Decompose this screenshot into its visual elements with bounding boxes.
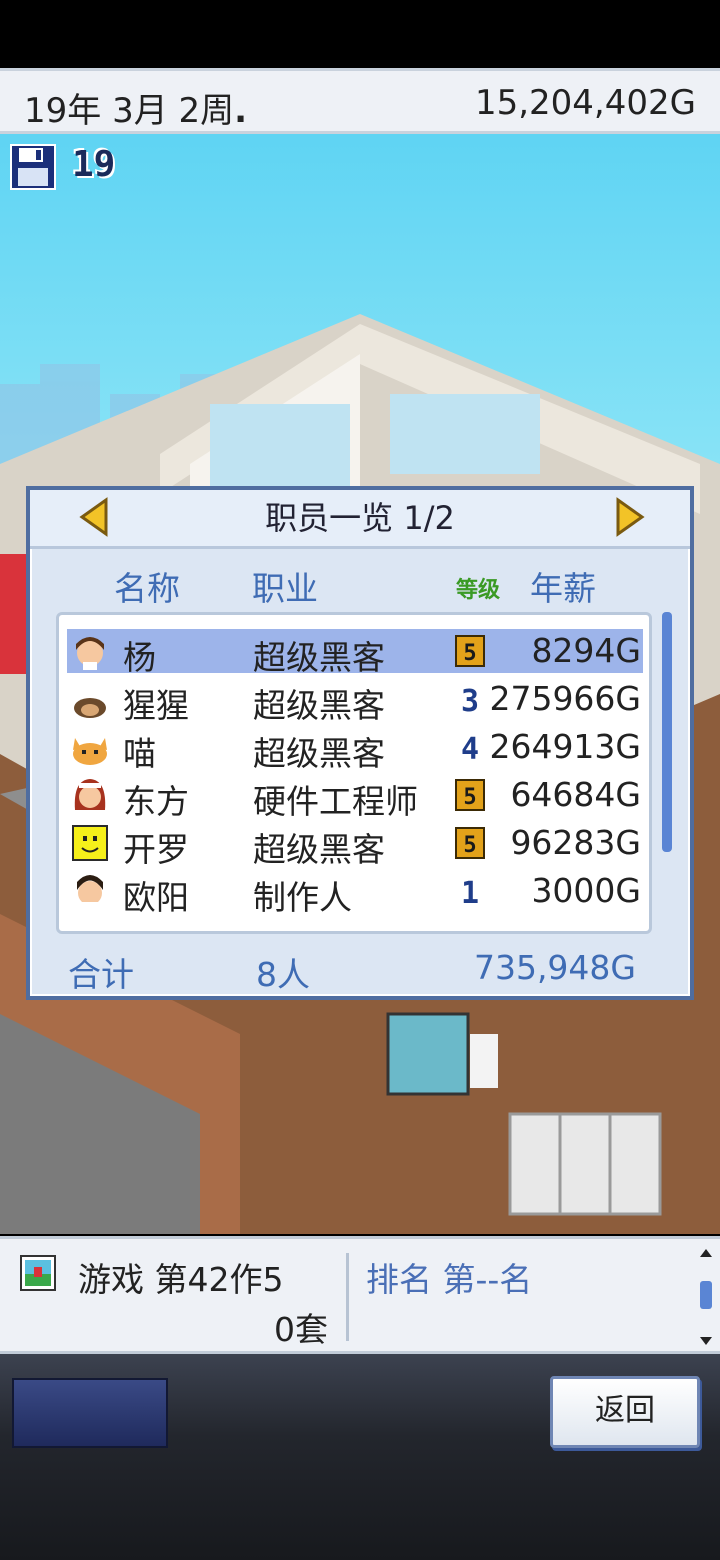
list-scrollbar[interactable] [662,612,672,852]
staff-job: 超级黑客 [253,638,385,677]
staff-name: 欧阳 [123,878,189,917]
yellow-smiley-avatar-icon [72,825,108,861]
level-value: 5 [463,641,476,666]
date-display: 19年 3月 2周. [24,91,248,131]
panel-title: 职员一览 1/2 [30,490,690,549]
level-badge-icon: 5 [455,635,485,667]
panel-title-text: 职员一览 1/2 [265,499,455,537]
level-badge-icon: 4 [461,732,479,763]
game-cartridge-icon [20,1255,56,1291]
info-scrollbar[interactable] [698,1247,714,1347]
divider [346,1253,349,1341]
level-badge-icon: 5 [455,779,485,811]
save-count: 19 [72,144,116,185]
male-brown-hair-avatar-icon [76,637,104,670]
level-badge-icon: 1 [461,876,479,907]
staff-salary: 3000G [531,871,641,910]
game-sales: 0套 [274,1310,328,1349]
level-value: 1 [461,876,479,907]
header-name: 名称 [114,569,180,608]
staff-salary: 8294G [531,631,641,670]
staff-salary: 275966G [489,679,641,718]
staff-name: 喵 [123,734,156,773]
save-disk-icon[interactable] [10,144,56,190]
menu-slot-button[interactable] [12,1378,168,1448]
level-value: 3 [461,684,479,715]
level-value: 5 [463,833,476,858]
staff-name: 东方 [123,782,189,821]
money-display: 15,204,402G [474,83,696,123]
staff-salary: 264913G [489,727,641,766]
level-value: 4 [461,732,479,763]
total-count: 8人 [256,955,310,994]
staff-row[interactable]: 猩猩 超级黑客 3 275966G [67,677,643,725]
game-rank: 排名 第--名 [366,1260,533,1299]
back-button[interactable]: 返回 [550,1376,700,1448]
staff-row[interactable]: 东方 硬件工程师 5 64684G [67,773,643,821]
staff-job: 超级黑客 [253,734,385,773]
prev-page-arrow-icon[interactable] [74,496,114,538]
male-dark-hair-avatar-icon [77,875,103,910]
game-title: 游戏 第42作5 [78,1260,284,1299]
staff-list-panel: 职员一览 1/2 名称 职业 等级 年薪 杨 超级黑客 5 8294G 猩猩 超… [26,486,694,1000]
staff-salary: 64684G [510,775,641,814]
staff-name: 杨 [123,638,156,677]
staff-salary: 96283G [510,823,641,862]
staff-name: 猩猩 [123,686,189,725]
staff-job: 超级黑客 [253,686,385,725]
bottom-control-area: 返回 [0,1354,720,1560]
header-job: 职业 [252,569,318,608]
level-value: 5 [463,785,476,810]
staff-job: 制作人 [253,878,352,917]
total-label: 合计 [68,955,134,994]
header-level: 等级 [456,578,501,603]
top-black-bar [0,0,720,68]
level-badge-icon: 3 [461,684,479,715]
total-salary: 735,948G [473,948,636,987]
gorilla-avatar-icon [74,698,106,718]
staff-list: 杨 超级黑客 5 8294G 猩猩 超级黑客 3 275966G 喵 超级黑客 … [56,612,652,934]
staff-name: 开罗 [123,830,189,869]
cat-avatar-icon [73,738,107,765]
staff-row[interactable]: 杨 超级黑客 5 8294G [67,629,643,677]
staff-row[interactable]: 欧阳 制作人 1 3000G [67,869,643,917]
staff-job: 超级黑客 [253,830,385,869]
staff-row[interactable]: 喵 超级黑客 4 264913G [67,725,643,773]
female-red-hair-avatar-icon [74,779,106,810]
next-page-arrow-icon[interactable] [610,496,650,538]
status-bar: 19年 3月 2周. 15,204,402G [0,68,720,134]
header-salary: 年薪 [530,569,596,608]
game-info-bar: 游戏 第42作5 0套 排名 第--名 [0,1236,720,1354]
level-badge-icon: 5 [455,827,485,859]
staff-job: 硬件工程师 [253,782,418,821]
staff-row[interactable]: 开罗 超级黑客 5 96283G [67,821,643,869]
